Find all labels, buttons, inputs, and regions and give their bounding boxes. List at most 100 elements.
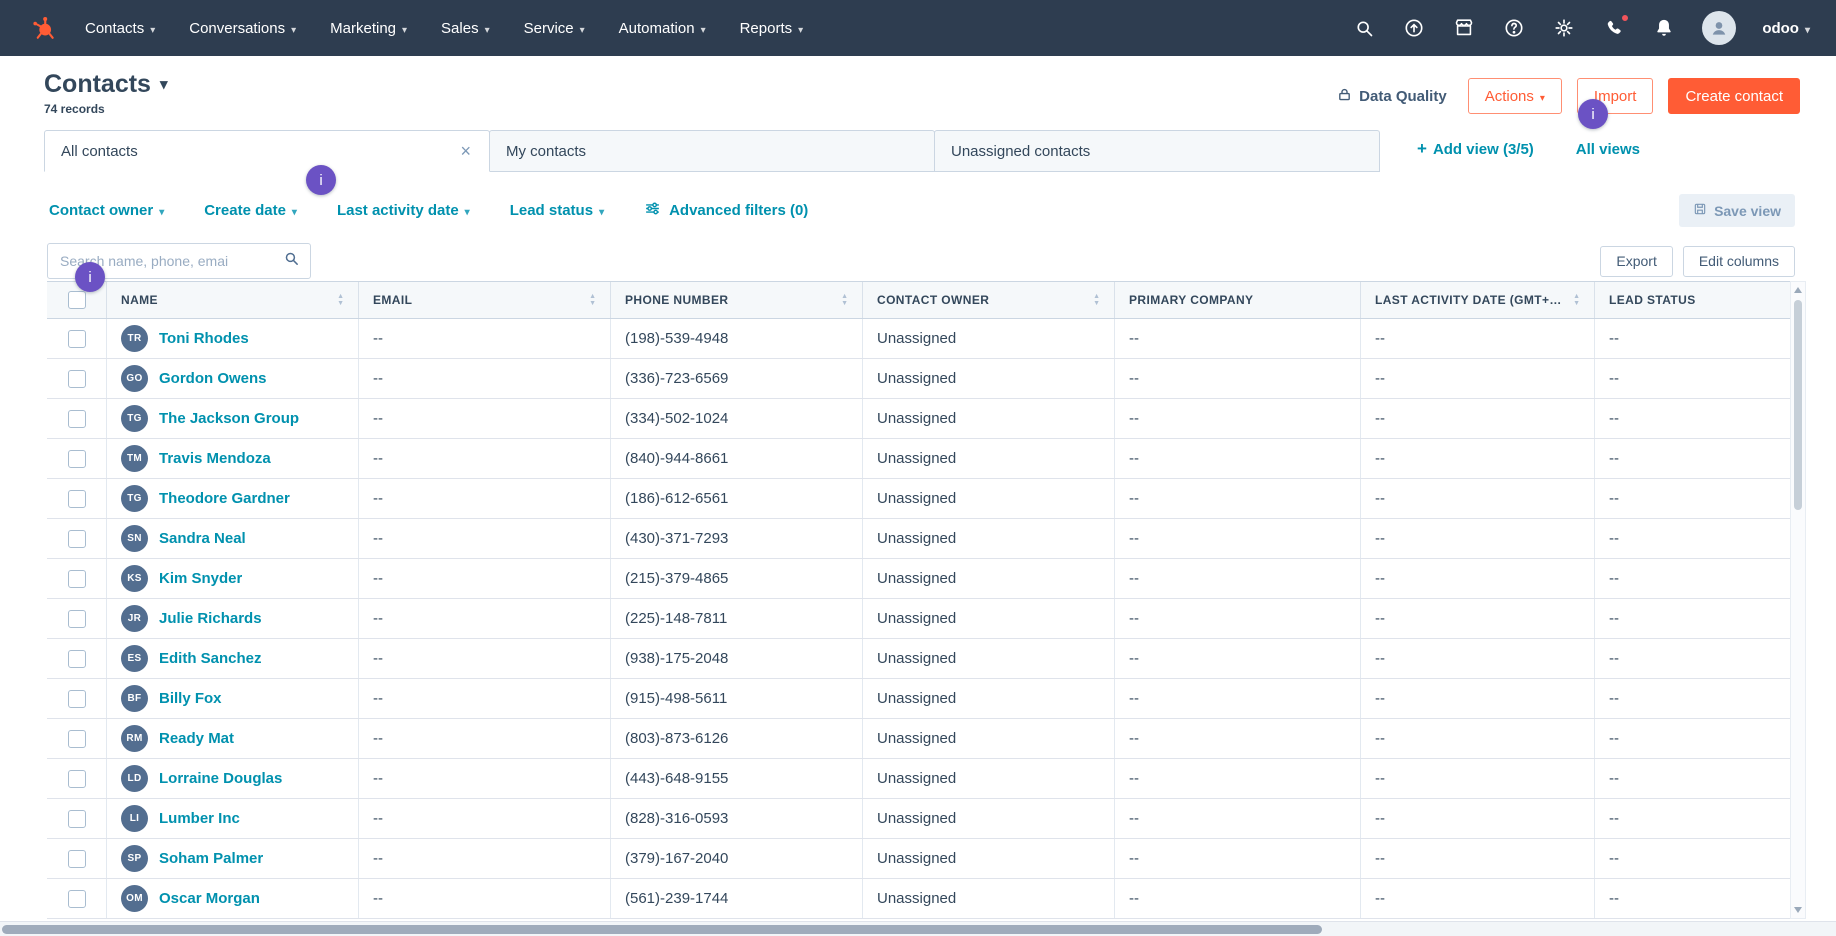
contact-name-link[interactable]: Julie Richards	[159, 610, 262, 627]
owner-cell: Unassigned	[862, 359, 1114, 398]
tab-all-contacts[interactable]: All contacts	[44, 130, 490, 172]
row-checkbox[interactable]	[68, 730, 86, 748]
contact-name-link[interactable]: Sandra Neal	[159, 530, 246, 547]
vertical-scrollbar-thumb[interactable]	[1794, 300, 1802, 510]
account-menu[interactable]: odoo	[1762, 20, 1810, 37]
email-cell: --	[358, 399, 610, 438]
add-view-link[interactable]: Add view (3/5)	[1417, 139, 1534, 159]
lead-status-cell: --	[1594, 439, 1790, 478]
contact-name-link[interactable]: Toni Rhodes	[159, 330, 249, 347]
info-marker[interactable]: i	[306, 165, 336, 195]
row-checkbox[interactable]	[68, 650, 86, 668]
sort-icon[interactable]	[1087, 293, 1100, 307]
row-checkbox[interactable]	[68, 370, 86, 388]
contact-name-link[interactable]: Billy Fox	[159, 690, 222, 707]
column-header-phone[interactable]: PHONE NUMBER	[610, 282, 862, 318]
contact-name-link[interactable]: Lumber Inc	[159, 810, 240, 827]
settings-icon[interactable]	[1552, 16, 1576, 40]
nav-automation[interactable]: Automation	[619, 20, 706, 37]
data-quality-link[interactable]: Data Quality	[1337, 87, 1447, 106]
contact-name-link[interactable]: The Jackson Group	[159, 410, 299, 427]
company-cell: --	[1114, 399, 1360, 438]
column-header-primary-company[interactable]: PRIMARY COMPANY	[1114, 282, 1360, 318]
scroll-down-arrow[interactable]	[1794, 907, 1802, 913]
filter-last-activity-date[interactable]: Last activity date	[337, 202, 470, 219]
email-value: --	[373, 370, 383, 387]
lead-status-value: --	[1609, 850, 1619, 867]
close-tab-icon[interactable]	[458, 142, 473, 160]
contact-avatar: ES	[121, 645, 148, 672]
filter-create-date[interactable]: Create date	[204, 202, 297, 219]
row-checkbox[interactable]	[68, 450, 86, 468]
help-icon[interactable]	[1502, 16, 1526, 40]
search-icon[interactable]	[1352, 16, 1376, 40]
row-checkbox[interactable]	[68, 890, 86, 908]
owner-cell: Unassigned	[862, 319, 1114, 358]
sort-icon[interactable]	[331, 293, 344, 307]
contact-name-link[interactable]: Edith Sanchez	[159, 650, 262, 667]
nav-marketing[interactable]: Marketing	[330, 20, 407, 37]
row-checkbox[interactable]	[68, 490, 86, 508]
column-header-email[interactable]: EMAIL	[358, 282, 610, 318]
row-checkbox[interactable]	[68, 410, 86, 428]
row-checkbox[interactable]	[68, 770, 86, 788]
contact-name-link[interactable]: Kim Snyder	[159, 570, 242, 587]
company-value: --	[1129, 730, 1139, 747]
vertical-scrollbar[interactable]	[1790, 281, 1806, 919]
nav-contacts[interactable]: Contacts	[85, 20, 155, 37]
sort-icon[interactable]	[1567, 293, 1580, 307]
calling-icon[interactable]	[1602, 16, 1626, 40]
sort-icon[interactable]	[583, 293, 596, 307]
filter-lead-status[interactable]: Lead status	[510, 202, 604, 219]
nav-sales[interactable]: Sales	[441, 20, 490, 37]
row-checkbox[interactable]	[68, 690, 86, 708]
column-header-contact-owner[interactable]: CONTACT OWNER	[862, 282, 1114, 318]
contact-name-link[interactable]: Lorraine Douglas	[159, 770, 282, 787]
actions-button[interactable]: Actions	[1468, 78, 1562, 114]
contact-name-link[interactable]: Travis Mendoza	[159, 450, 271, 467]
search-icon[interactable]	[283, 250, 300, 272]
horizontal-scrollbar[interactable]	[0, 921, 1836, 936]
all-views-link[interactable]: All views	[1576, 141, 1640, 158]
row-checkbox[interactable]	[68, 530, 86, 548]
nav-conversations[interactable]: Conversations	[189, 20, 296, 37]
column-header-name[interactable]: NAME	[106, 282, 358, 318]
row-checkbox[interactable]	[68, 330, 86, 348]
lead-status-value: --	[1609, 450, 1619, 467]
tab-unassigned-contacts[interactable]: Unassigned contacts	[934, 130, 1380, 172]
nav-reports[interactable]: Reports	[740, 20, 804, 37]
row-checkbox[interactable]	[68, 570, 86, 588]
hubspot-logo-icon[interactable]	[30, 15, 57, 42]
sort-icon[interactable]	[835, 293, 848, 307]
edit-columns-button[interactable]: Edit columns	[1683, 246, 1795, 277]
save-view-button[interactable]: Save view	[1679, 194, 1795, 227]
contact-name-link[interactable]: Ready Mat	[159, 730, 234, 747]
filter-contact-owner[interactable]: Contact owner	[49, 202, 164, 219]
notifications-icon[interactable]	[1652, 16, 1676, 40]
info-marker[interactable]: i	[75, 262, 105, 292]
info-marker[interactable]: i	[1578, 99, 1608, 129]
user-avatar[interactable]	[1702, 11, 1736, 45]
row-checkbox[interactable]	[68, 610, 86, 628]
arrow-up-circle-icon[interactable]	[1402, 16, 1426, 40]
column-header-lead-status[interactable]: LEAD STATUS	[1594, 282, 1790, 318]
contact-name-link[interactable]: Gordon Owens	[159, 370, 267, 387]
column-header-last-activity-date[interactable]: LAST ACTIVITY DATE (GMT+5:3...	[1360, 282, 1594, 318]
lead-status-cell: --	[1594, 559, 1790, 598]
contact-name-link[interactable]: Soham Palmer	[159, 850, 263, 867]
phone-cell: (915)-498-5611	[610, 679, 862, 718]
select-all-checkbox[interactable]	[68, 291, 86, 309]
export-button[interactable]: Export	[1600, 246, 1672, 277]
nav-service[interactable]: Service	[524, 20, 585, 37]
marketplace-icon[interactable]	[1452, 16, 1476, 40]
horizontal-scrollbar-thumb[interactable]	[2, 925, 1322, 934]
contact-name-link[interactable]: Oscar Morgan	[159, 890, 260, 907]
create-contact-button[interactable]: Create contact	[1668, 78, 1800, 114]
row-checkbox[interactable]	[68, 850, 86, 868]
advanced-filters-link[interactable]: Advanced filters (0)	[644, 200, 808, 221]
contact-name-link[interactable]: Theodore Gardner	[159, 490, 290, 507]
tab-my-contacts[interactable]: My contacts	[489, 130, 935, 172]
page-title[interactable]: Contacts	[44, 70, 168, 99]
scroll-up-arrow[interactable]	[1794, 287, 1802, 293]
row-checkbox[interactable]	[68, 810, 86, 828]
